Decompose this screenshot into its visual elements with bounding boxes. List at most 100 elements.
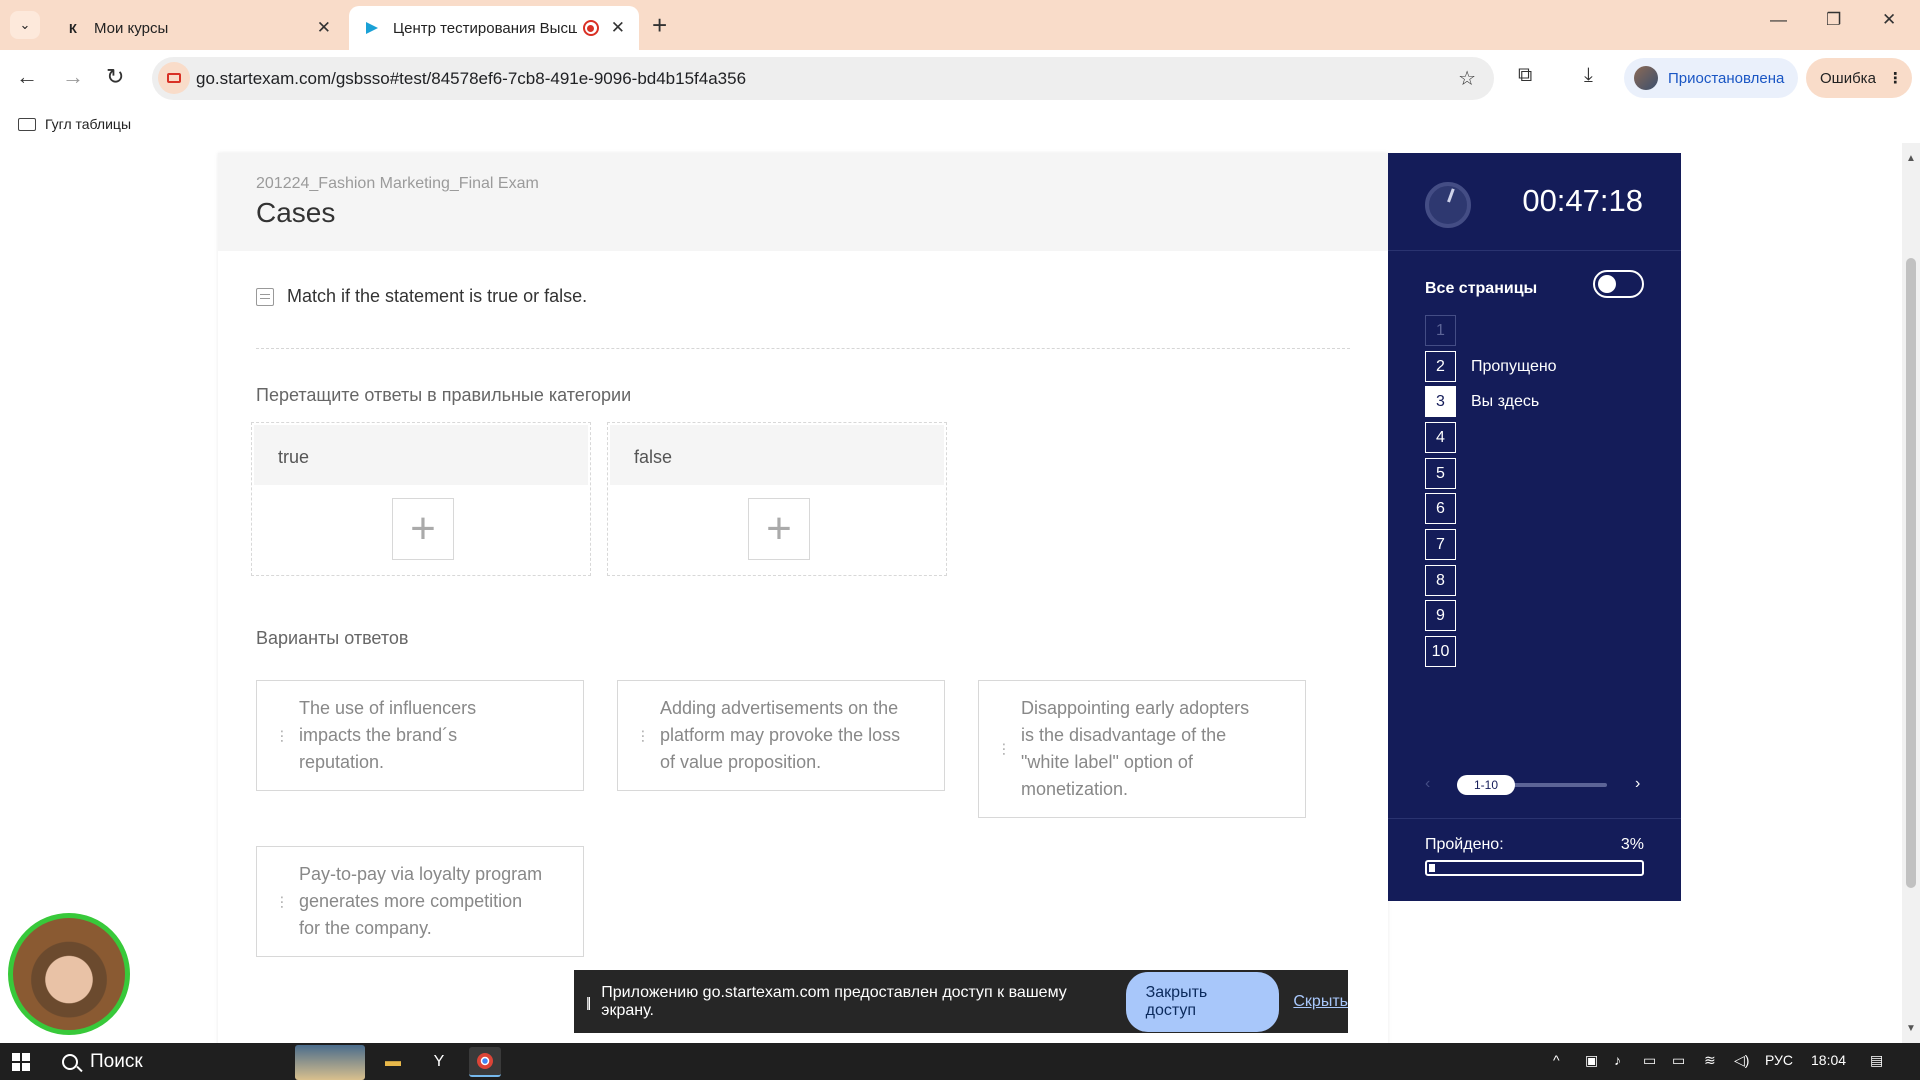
reload-icon[interactable]: ↻ [106,64,124,90]
answer-option-card[interactable]: ⋮ Adding advertisements on the platform … [617,680,945,791]
tab-testing-center[interactable]: Центр тестирования Высш ✕ [349,6,639,50]
file-explorer-icon[interactable]: ▬ [377,1047,409,1077]
all-pages-label: Все страницы [1425,280,1538,297]
category-label: true [254,425,588,485]
page-title: Cases [256,197,336,228]
language-indicator[interactable]: РУС [1765,1052,1793,1068]
question-nav-5[interactable]: 5 [1425,458,1456,489]
divider [1388,818,1681,819]
battery-icon[interactable]: ▭ [1672,1052,1685,1069]
error-label: Ошибка [1820,69,1876,87]
recording-icon [582,20,599,36]
wifi-icon[interactable]: ≋ [1704,1052,1716,1069]
stop-sharing-button[interactable]: Закрыть доступ [1125,971,1280,1032]
more-icon: ⋮ [1887,70,1903,87]
chrome-icon[interactable] [469,1047,501,1077]
test-navigation-sidebar: 00:47:18 Все страницы 1 2 Пропущено 3 Вы… [1388,153,1681,901]
meet-now-icon[interactable]: ▣ [1585,1052,1598,1069]
url-text[interactable]: go.startexam.com/gsbsso#test/84578ef6-7c… [196,69,746,89]
question-text-icon [256,287,274,306]
question-nav-7[interactable]: 7 [1425,529,1456,560]
drag-handle-icon[interactable]: ⋮ [636,728,650,742]
all-pages-toggle[interactable] [1593,270,1644,298]
search-highlight-image[interactable] [295,1045,365,1080]
divider [256,348,1350,349]
tab-search-button[interactable]: ⌄ [10,11,40,39]
address-bar[interactable]: go.startexam.com/gsbsso#test/84578ef6-7c… [152,57,1494,100]
answer-option-card[interactable]: ⋮ Pay-to-pay via loyalty program generat… [256,846,584,957]
question-text: Match if the statement is true or false. [287,286,588,306]
question-nav-8[interactable]: 8 [1425,565,1456,596]
windows-taskbar: Поиск ▬ Y ^ ▣ ♪ ▭ ▭ ≋ ◁) РУС 18:04 ▤ [0,1043,1920,1080]
add-answer-plus-icon[interactable]: + [748,498,810,560]
folder-icon [18,117,36,131]
camera-indicator-icon[interactable] [158,62,190,94]
profile-button[interactable]: Приостановлена [1624,58,1798,98]
hide-link[interactable]: Скрыть [1293,993,1348,1011]
progress-label: Пройдено: [1425,836,1504,853]
taskbar-search[interactable]: Поиск [62,1051,143,1073]
windows-start-icon[interactable] [12,1053,30,1071]
search-icon [62,1054,78,1070]
category-true-dropzone[interactable]: true + [251,422,591,576]
progress-value: 3% [1620,836,1644,853]
exam-card: 201224_Fashion Marketing_Final Exam Case… [218,153,1388,1053]
bookmark-star-icon[interactable]: ☆ [1458,66,1476,91]
avatar [1634,66,1658,90]
screen-share-tray-icon[interactable]: ▭ [1643,1052,1656,1069]
question-nav-2[interactable]: 2 [1425,351,1456,382]
window-close-icon[interactable]: ✕ [1882,10,1896,30]
question-nav-6[interactable]: 6 [1425,493,1456,524]
question-nav-3[interactable]: 3 [1425,386,1456,417]
clock[interactable]: 18:04 [1811,1052,1846,1068]
chevron-left-icon[interactable]: ‹ [1425,775,1430,793]
exam-subtitle: 201224_Fashion Marketing_Final Exam [256,175,539,192]
chevron-right-icon[interactable]: › [1635,775,1640,793]
question-status-skipped: Пропущено [1471,358,1557,375]
timer-icon [1425,182,1471,228]
scroll-thumb[interactable] [1906,258,1916,888]
answer-option-card[interactable]: ⋮ The use of influencers impacts the bra… [256,680,584,791]
bookmark-google-sheets[interactable]: Гугл таблицы [18,116,131,132]
question: Match if the statement is true or false. [256,286,587,307]
answer-text: Disappointing early adopters is the disa… [1021,698,1250,799]
back-icon[interactable]: ← [16,64,38,90]
bookmarks-bar: Гугл таблицы [0,107,1920,143]
close-tab-icon[interactable]: ✕ [611,18,625,38]
question-nav-1[interactable]: 1 [1425,315,1456,346]
page-range[interactable]: 1-10 [1457,775,1515,795]
scroll-down-icon[interactable]: ▼ [1906,1023,1916,1034]
question-nav-10[interactable]: 10 [1425,636,1456,667]
startexam-favicon-icon [363,19,381,37]
new-tab-button[interactable]: + [652,10,667,41]
error-menu-button[interactable]: Ошибка ⋮ [1806,58,1912,98]
extensions-icon[interactable]: ⧉ [1518,64,1532,87]
drag-handle-icon[interactable]: ⋮ [275,894,289,908]
forward-icon[interactable]: → [62,64,84,90]
drag-handle-icon[interactable]: ⋮ [997,742,1011,756]
download-icon[interactable]: ⤓ [1584,64,1593,87]
volume-icon[interactable]: ◁) [1734,1052,1749,1069]
drag-handle-icon[interactable]: || [586,994,591,1010]
restore-icon[interactable]: ❐ [1826,10,1841,30]
tab-my-courses[interactable]: К Мои курсы ✕ [50,6,345,50]
answer-option-card[interactable]: ⋮ Disappointing early adopters is the di… [978,680,1306,818]
drag-handle-icon[interactable]: ⋮ [275,728,289,742]
question-nav-4[interactable]: 4 [1425,422,1456,453]
chevron-up-icon[interactable]: ^ [1553,1052,1560,1068]
category-false-dropzone[interactable]: false + [607,422,947,576]
tab-title: Центр тестирования Высш [393,19,577,37]
timer-section: 00:47:18 [1388,153,1681,251]
add-answer-plus-icon[interactable]: + [392,498,454,560]
yandex-browser-icon[interactable]: Y [423,1047,455,1077]
microphone-icon[interactable]: ♪ [1614,1052,1621,1068]
minimize-icon[interactable]: — [1770,10,1787,30]
exam-header: 201224_Fashion Marketing_Final Exam Case… [218,153,1388,251]
close-tab-icon[interactable]: ✕ [317,18,331,38]
share-message: Приложению go.startexam.com предоставлен… [601,983,1067,1019]
progress-bar [1425,860,1644,876]
notifications-icon[interactable]: ▤ [1870,1052,1883,1069]
question-nav-9[interactable]: 9 [1425,600,1456,631]
page-scrollbar[interactable]: ▲ ▼ [1902,143,1920,1043]
scroll-up-icon[interactable]: ▲ [1906,153,1916,164]
